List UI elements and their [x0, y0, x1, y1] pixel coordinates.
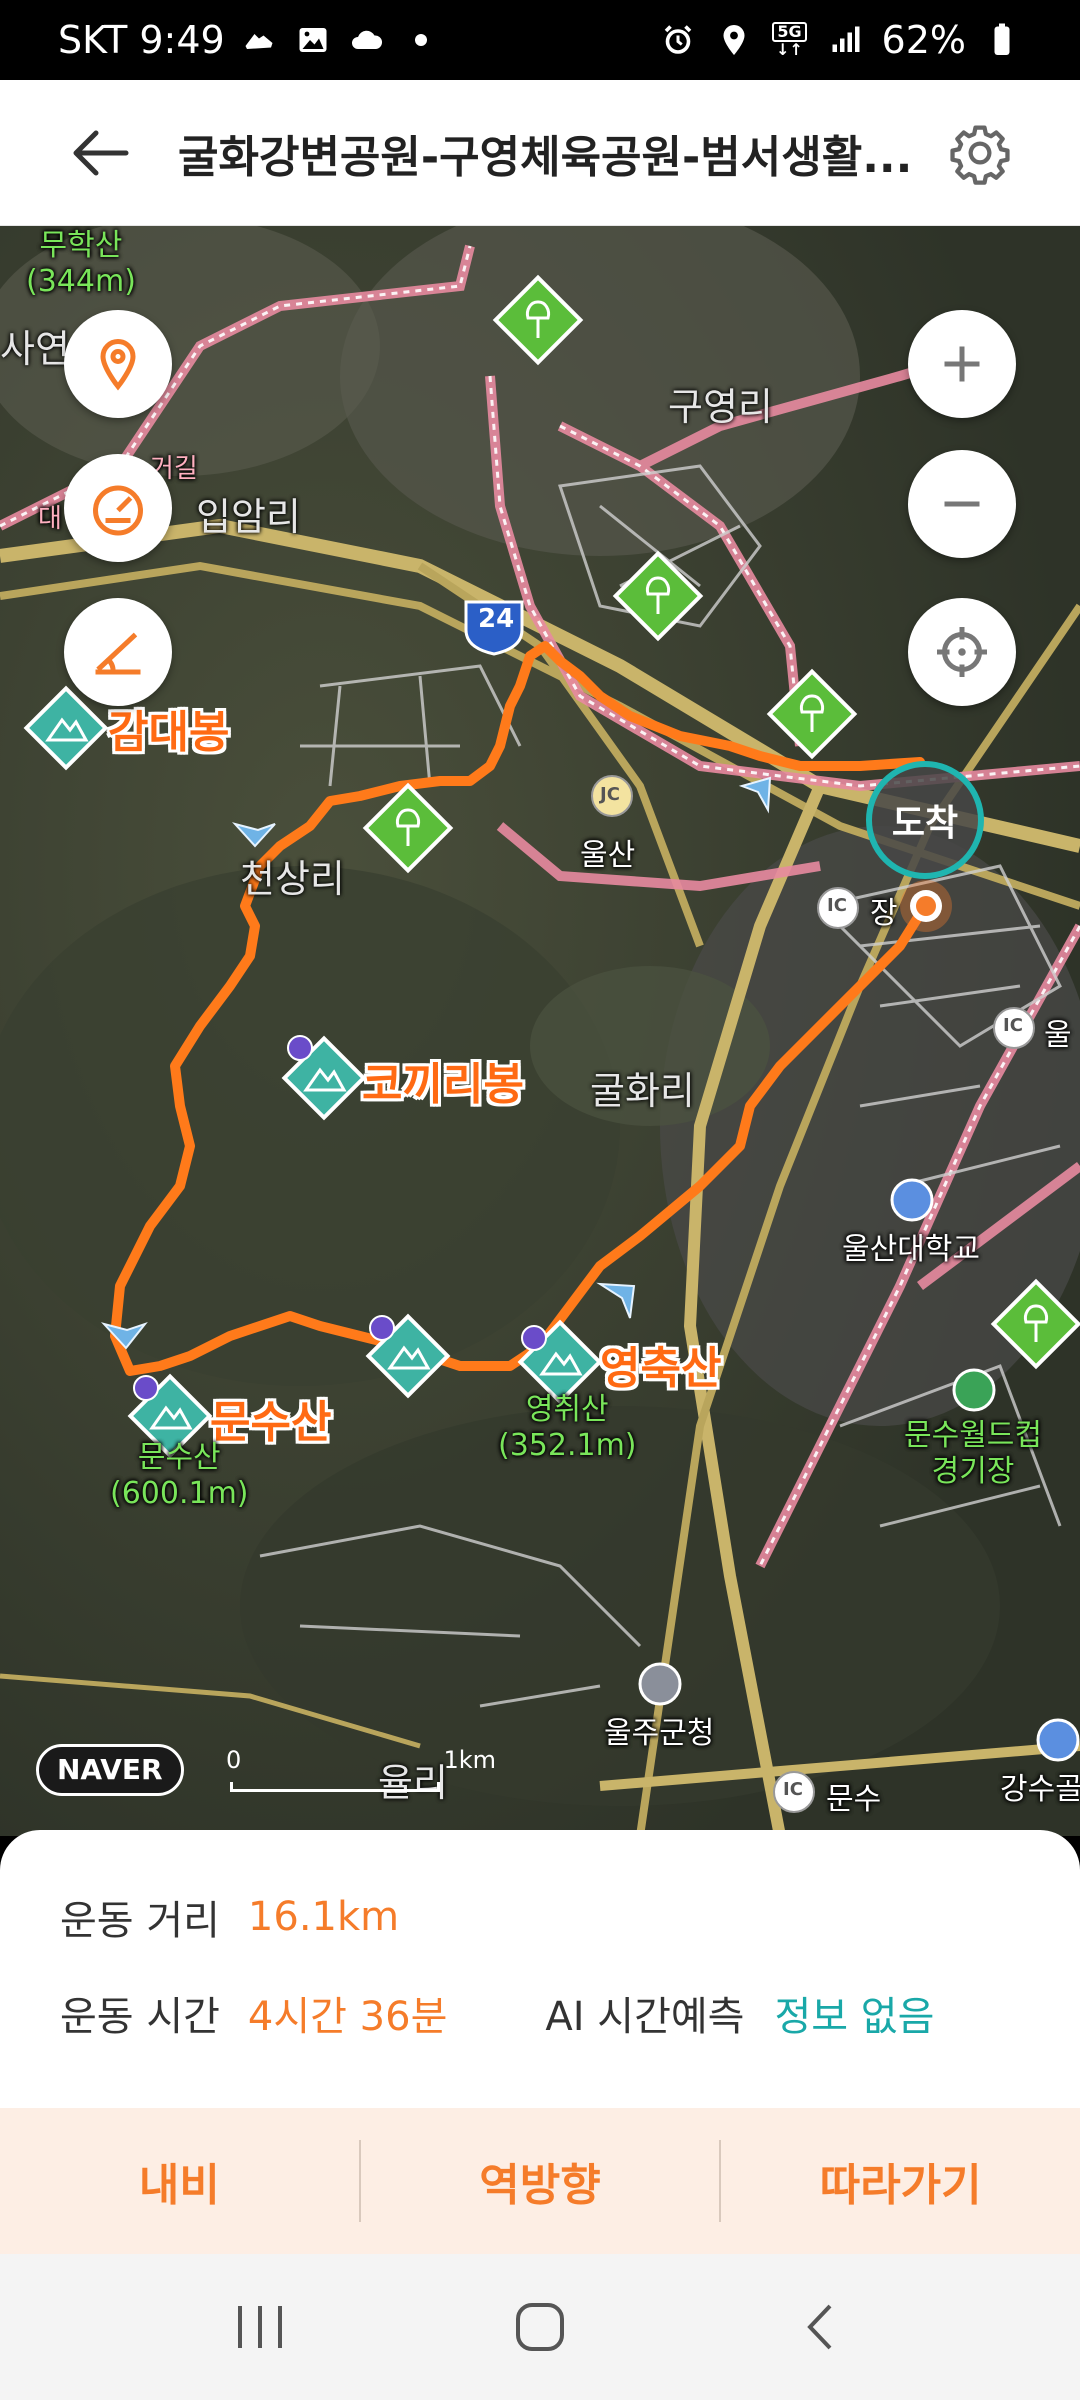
- back-button[interactable]: [40, 80, 160, 226]
- signal-icon: [826, 20, 866, 60]
- ai-prediction-value: 정보 없음: [774, 1994, 935, 2040]
- location-pin-icon: [100, 338, 136, 391]
- poi-button[interactable]: [64, 310, 172, 418]
- distance-label: 운동 거리: [60, 1898, 220, 1944]
- place-label: 장: [870, 896, 898, 931]
- place-label: 울주군청: [604, 1716, 715, 1751]
- page-title: 굴화강변공원-구영체육공원-범서생활...: [178, 131, 913, 183]
- place-label: 울산대학교: [842, 1232, 980, 1267]
- navi-button[interactable]: 내비: [0, 2108, 359, 2254]
- map-scale: 0 1km: [226, 1746, 496, 1806]
- sneaker-icon: [239, 20, 279, 60]
- zoom-out-button[interactable]: [908, 450, 1016, 558]
- route-info-panel: 운동 거리 16.1km 운동 시간 4시간 36분 AI 시간예측 정보 없음: [0, 1830, 1080, 2108]
- distance-value: 16.1km: [247, 1894, 400, 1940]
- trail-label: 대: [38, 504, 62, 534]
- ic-label: IC: [1003, 1015, 1023, 1036]
- ic-label: IC: [827, 895, 847, 916]
- minus-icon: [944, 501, 980, 507]
- slope-icon: [95, 632, 141, 675]
- area-label: 천상리: [240, 857, 345, 901]
- follow-button[interactable]: 따라가기: [721, 2108, 1080, 2254]
- speedometer-icon: [93, 485, 143, 536]
- area-label: 구영리: [668, 385, 773, 429]
- crosshair-icon: [937, 627, 987, 677]
- peak-elevation-label: 영취산 (352.1m): [498, 1392, 637, 1463]
- jc-label: JC: [600, 784, 620, 805]
- recent-apps-icon: [238, 2306, 282, 2348]
- 5g-icon: 5G ↓↑: [770, 20, 810, 60]
- back-arrow-icon: [73, 130, 129, 175]
- back-chevron-icon: [807, 2304, 832, 2350]
- image-icon: [293, 20, 333, 60]
- home-button[interactable]: [470, 2267, 610, 2387]
- location-icon: [714, 20, 754, 60]
- naver-logo: NAVER: [36, 1744, 184, 1796]
- settings-button[interactable]: [920, 80, 1040, 226]
- peak-label[interactable]: 영축산: [600, 1332, 721, 1396]
- ai-prediction-label: AI 시간예측: [545, 1994, 745, 2040]
- area-label: 사연: [0, 327, 70, 371]
- time-row: 운동 시간 4시간 36분 AI 시간예측 정보 없음: [60, 1984, 934, 2042]
- recent-apps-button[interactable]: [190, 2267, 330, 2387]
- system-nav-bar: [0, 2254, 1080, 2400]
- stadium-label: 문수월드컵 경기장: [904, 1418, 1042, 1489]
- place-label: 울: [1044, 1018, 1072, 1053]
- area-label: 굴화리: [590, 1069, 695, 1113]
- gear-icon: [950, 125, 1010, 185]
- peak-elevation-label: 문수산 (600.1m): [110, 1440, 249, 1511]
- place-label: 울산: [580, 838, 636, 873]
- area-label: 입암리: [196, 495, 301, 539]
- map-view[interactable]: 감대봉 코끼리봉 문수산 영축산 문수산 (600.1m) 영취산 (352.1m)…: [0, 226, 1080, 1836]
- arrival-marker[interactable]: 도착: [866, 761, 984, 879]
- place-label: 강수골: [1000, 1772, 1080, 1807]
- reverse-button[interactable]: 역방향: [361, 2108, 720, 2254]
- app-header: 굴화강변공원-구영체육공원-범서생활...: [0, 80, 1080, 226]
- ic-label: IC: [783, 1779, 803, 1800]
- alarm-icon: [658, 20, 698, 60]
- peak-elevation-label: 무학산 (344m): [26, 228, 136, 299]
- battery-icon: [982, 20, 1022, 60]
- elevation-button[interactable]: [64, 598, 172, 706]
- back-nav-button[interactable]: [750, 2267, 890, 2387]
- place-label: 문수: [826, 1782, 882, 1817]
- my-location-button[interactable]: [908, 598, 1016, 706]
- plus-icon: [944, 346, 980, 382]
- time-value: 4시간 36분: [247, 1994, 448, 2040]
- speed-button[interactable]: [64, 454, 172, 562]
- dot-icon: [401, 20, 441, 60]
- peak-label[interactable]: 코끼리봉: [362, 1048, 524, 1112]
- battery-percent: 62%: [881, 18, 966, 62]
- carrier-time: SKT 9:49: [58, 18, 225, 62]
- peak-label[interactable]: 감대봉: [108, 696, 229, 760]
- zoom-in-button[interactable]: [908, 310, 1016, 418]
- distance-row: 운동 거리 16.1km: [60, 1888, 399, 1946]
- cloud-icon: [347, 20, 387, 60]
- status-bar: SKT 9:49 5G ↓↑ 62%: [0, 0, 1080, 80]
- highway-number: 24: [478, 604, 515, 634]
- time-label: 운동 시간: [60, 1994, 220, 2040]
- home-icon: [516, 2303, 564, 2351]
- action-bar: 내비 역방향 따라가기: [0, 2108, 1080, 2254]
